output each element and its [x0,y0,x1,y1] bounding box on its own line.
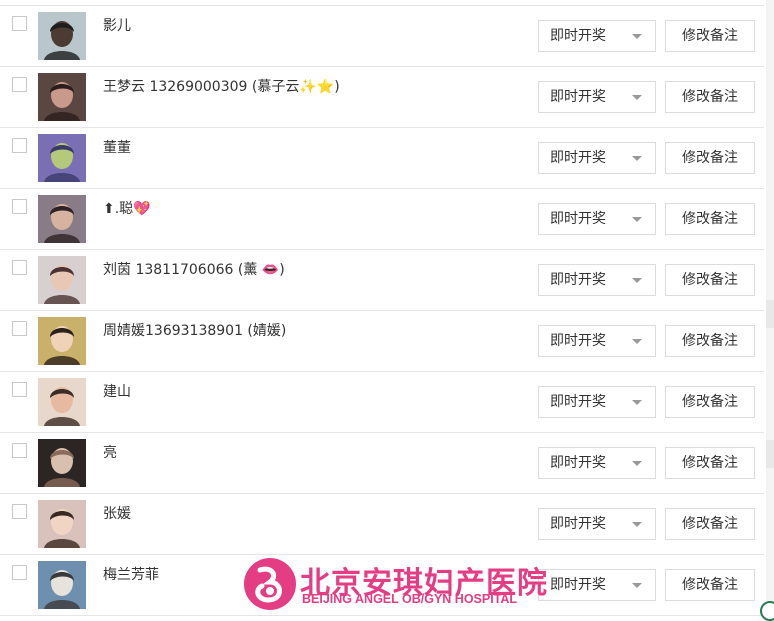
edit-note-button[interactable]: 修改备注 [665,264,755,296]
list-item: 王梦云 13269000309 (慕子云✨⭐) 即时开奖 修改备注 [0,67,764,128]
scrollbar-segment[interactable] [766,440,774,468]
draw-mode-select-value: 即时开奖 [550,455,606,471]
draw-mode-select-value: 即时开奖 [550,89,606,105]
caret-down-icon [632,95,642,100]
draw-mode-select[interactable]: 即时开奖 [538,20,656,52]
contact-name: 王梦云 13269000309 (慕子云✨⭐) [103,79,340,95]
draw-mode-select-value: 即时开奖 [550,394,606,410]
edit-note-button[interactable]: 修改备注 [665,325,755,357]
avatar-image [38,561,86,609]
caret-down-icon [632,217,642,222]
row-checkbox[interactable] [12,77,27,92]
avatar-image [38,500,86,548]
row-checkbox[interactable] [12,16,27,31]
draw-mode-select[interactable]: 即时开奖 [538,325,656,357]
draw-mode-select[interactable]: 即时开奖 [538,81,656,113]
avatar[interactable] [38,439,86,487]
scrollbar-segment[interactable] [766,300,774,328]
edit-note-button[interactable]: 修改备注 [665,386,755,418]
row-checkbox[interactable] [12,443,27,458]
edit-note-button[interactable]: 修改备注 [665,569,755,601]
corner-circle-icon[interactable] [760,601,774,621]
draw-mode-select-value: 即时开奖 [550,577,606,593]
caret-down-icon [632,522,642,527]
contact-name: 建山 [103,384,131,400]
avatar[interactable] [38,500,86,548]
edit-note-button[interactable]: 修改备注 [665,81,755,113]
row-checkbox[interactable] [12,565,27,580]
draw-mode-select[interactable]: 即时开奖 [538,508,656,540]
contact-name: 亮 [103,445,117,461]
contact-name: 董董 [103,140,131,156]
list-item: 影儿 即时开奖 修改备注 [0,6,764,67]
caret-down-icon [632,156,642,161]
contact-name: ⬆.聪💖 [103,201,151,217]
list-item: ⬆.聪💖 即时开奖 修改备注 [0,189,764,250]
draw-mode-select-value: 即时开奖 [550,272,606,288]
edit-note-button[interactable]: 修改备注 [665,508,755,540]
avatar-image [38,73,86,121]
draw-mode-select[interactable]: 即时开奖 [538,142,656,174]
draw-mode-select-value: 即时开奖 [550,150,606,166]
row-checkbox[interactable] [12,260,27,275]
scrollbar[interactable] [760,0,774,621]
edit-note-button[interactable]: 修改备注 [665,203,755,235]
avatar[interactable] [38,73,86,121]
draw-mode-select[interactable]: 即时开奖 [538,264,656,296]
draw-mode-select-value: 即时开奖 [550,333,606,349]
list-item: 亮 即时开奖 修改备注 [0,433,764,494]
caret-down-icon [632,278,642,283]
draw-mode-select[interactable]: 即时开奖 [538,386,656,418]
caret-down-icon [632,34,642,39]
avatar[interactable] [38,195,86,243]
contact-name: 张媛 [103,506,131,522]
avatar-image [38,134,86,182]
edit-note-button[interactable]: 修改备注 [665,20,755,52]
draw-mode-select-value: 即时开奖 [550,211,606,227]
hospital-watermark: 北京安琪妇产医院 BEIJING ANGEL OB/GYN HOSPITAL [242,556,547,612]
list-item: 刘茵 13811706066 (薰 👄) 即时开奖 修改备注 [0,250,764,311]
contact-name: 周婧媛13693138901 (婧媛) [103,323,287,339]
edit-note-button[interactable]: 修改备注 [665,142,755,174]
row-checkbox[interactable] [12,321,27,336]
row-checkbox[interactable] [12,504,27,519]
avatar-image [38,378,86,426]
contact-list: 影儿 即时开奖 修改备注 王梦云 13269000309 (慕子云✨⭐) 即时开… [0,5,764,616]
avatar-image [38,256,86,304]
caret-down-icon [632,461,642,466]
row-checkbox[interactable] [12,382,27,397]
list-item: 张媛 即时开奖 修改备注 [0,494,764,555]
avatar[interactable] [38,256,86,304]
caret-down-icon [632,583,642,588]
avatar[interactable] [38,12,86,60]
contact-name: 梅兰芳菲 [103,567,159,583]
list-item: 董董 即时开奖 修改备注 [0,128,764,189]
avatar[interactable] [38,317,86,365]
avatar[interactable] [38,561,86,609]
caret-down-icon [632,339,642,344]
avatar-image [38,439,86,487]
caret-down-icon [632,400,642,405]
avatar[interactable] [38,378,86,426]
hospital-logo-icon [244,558,296,610]
avatar[interactable] [38,134,86,182]
draw-mode-select[interactable]: 即时开奖 [538,569,656,601]
draw-mode-select-value: 即时开奖 [550,516,606,532]
avatar-image [38,12,86,60]
draw-mode-select-value: 即时开奖 [550,28,606,44]
row-checkbox[interactable] [12,199,27,214]
contact-name: 刘茵 13811706066 (薰 👄) [103,262,285,278]
row-checkbox[interactable] [12,138,27,153]
contact-name: 影儿 [103,18,131,34]
avatar-image [38,195,86,243]
watermark-english-name: BEIJING ANGEL OB/GYN HOSPITAL [302,592,518,606]
draw-mode-select[interactable]: 即时开奖 [538,203,656,235]
draw-mode-select[interactable]: 即时开奖 [538,447,656,479]
list-item: 周婧媛13693138901 (婧媛) 即时开奖 修改备注 [0,311,764,372]
avatar-image [38,317,86,365]
edit-note-button[interactable]: 修改备注 [665,447,755,479]
list-item: 建山 即时开奖 修改备注 [0,372,764,433]
